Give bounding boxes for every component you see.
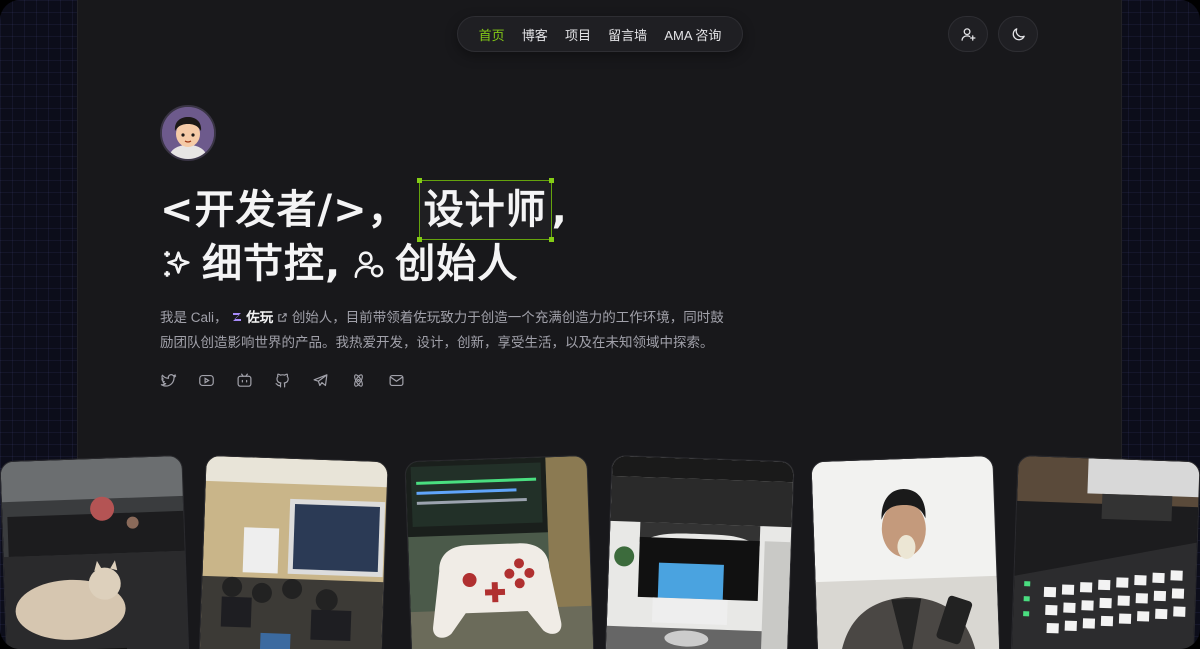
cat-on-desk-photo: [0, 454, 190, 649]
top-nav: 首页 博客 项目 留言墙 AMA 咨询: [457, 16, 743, 52]
telegram-icon[interactable]: [312, 372, 329, 389]
music-launchpad-photo: [1010, 454, 1200, 649]
headline-developer: <开发者/>，: [160, 187, 409, 233]
twitter-icon[interactable]: [160, 372, 177, 389]
nav-item-ama[interactable]: AMA 咨询: [664, 25, 721, 44]
game-controller-photo: [404, 454, 595, 649]
classroom-presentation-photo: [198, 454, 389, 649]
person-drinking-photo: [810, 454, 1001, 649]
intro-prefix: 我是 Cali，: [160, 310, 228, 325]
page-frame: 首页 博客 项目 留言墙 AMA 咨询 <开发者/>， 设计师 , 细节控, 创…: [0, 0, 1200, 649]
avatar: [160, 105, 216, 161]
hero-headline: <开发者/>， 设计师 , 细节控, 创始人: [160, 178, 760, 291]
youtube-icon[interactable]: [198, 372, 215, 389]
external-link-icon: [278, 313, 287, 322]
brand-link[interactable]: 佐玩: [231, 310, 292, 325]
theme-toggle-button[interactable]: [998, 16, 1038, 52]
headline-founder: 创始人: [395, 241, 519, 287]
intro-paragraph: 我是 Cali， 佐玩 创始人，目前带领着佐玩致力于创造一个充满创造力的工作环境…: [160, 305, 735, 355]
github-icon[interactable]: [274, 372, 291, 389]
headline-comma: ,: [551, 187, 568, 233]
nav-item-home[interactable]: 首页: [479, 25, 505, 44]
moon-icon: [1012, 27, 1025, 40]
headline-designer: 设计师: [423, 187, 547, 233]
social-links: [160, 372, 405, 389]
rss-atom-icon[interactable]: [350, 372, 367, 389]
sparkles-icon: [160, 246, 196, 282]
subscribe-button[interactable]: [948, 16, 988, 52]
mail-icon[interactable]: [388, 372, 405, 389]
nav-item-projects[interactable]: 项目: [565, 25, 591, 44]
office-stage-photo: [604, 454, 795, 649]
brand-name: 佐玩: [246, 310, 274, 325]
headline-detail-oriented: 细节控,: [202, 241, 342, 287]
nav-item-guestbook[interactable]: 留言墙: [608, 25, 647, 44]
zolplay-logo-icon: [233, 313, 242, 321]
bilibili-icon[interactable]: [236, 372, 253, 389]
user-plus-icon: [960, 27, 976, 41]
nav-item-blog[interactable]: 博客: [522, 25, 548, 44]
headline-designer-highlight: 设计师: [416, 178, 554, 242]
users-icon: [353, 246, 389, 282]
